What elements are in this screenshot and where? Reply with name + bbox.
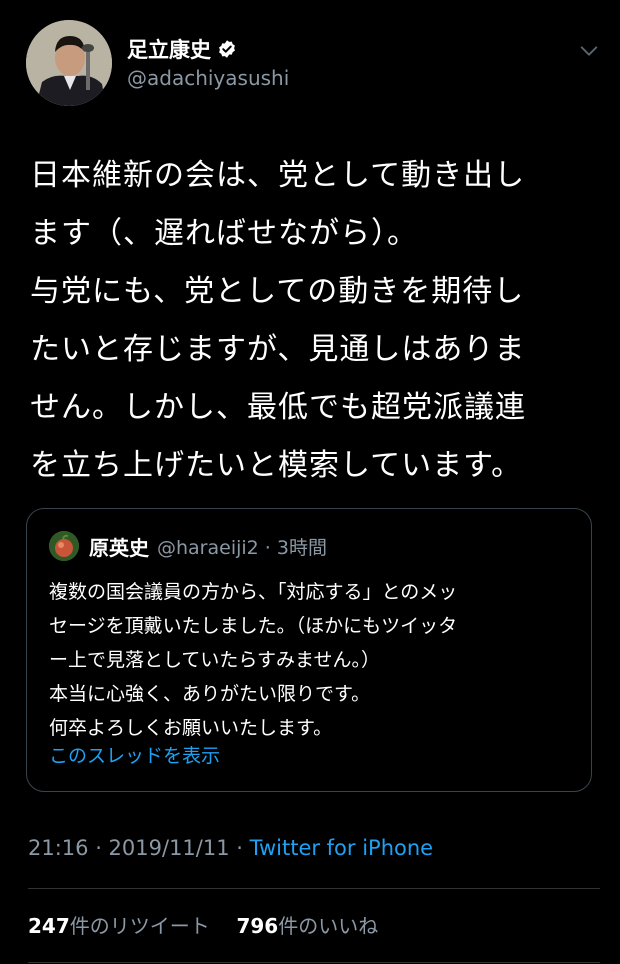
quoted-tweet-header: 原英史 @haraeiji2 · 3時間	[49, 531, 327, 561]
tweet-stats: 247件のリツイート 796件のいいね	[28, 910, 378, 939]
show-thread-link[interactable]: このスレッドを表示	[49, 741, 220, 768]
author-handle[interactable]: @adachiyasushi	[127, 66, 289, 90]
quoted-tweet-text: 複数の国会議員の方から、「対応する」とのメッ セージを頂戴いたしました。（ほかに…	[49, 581, 458, 739]
divider-bottom	[28, 962, 600, 963]
retweets-label: 件のリツイート	[69, 914, 210, 938]
author-name-row[interactable]: 足立康史	[127, 34, 237, 64]
divider	[28, 888, 600, 889]
chevron-down-icon[interactable]	[578, 40, 600, 62]
avatar-image	[26, 20, 112, 106]
tweet-datetime[interactable]: 21:16 · 2019/11/11 ·	[28, 836, 250, 860]
quoted-author-avatar	[49, 531, 79, 561]
retweets-stat[interactable]: 247件のリツイート	[28, 914, 210, 938]
author-name[interactable]: 足立康史	[127, 34, 211, 64]
author-avatar[interactable]	[26, 20, 112, 106]
tweet-text: 日本維新の会は、党として動き出し ます（、遅ればせながら）。 与党にも、党として…	[30, 158, 526, 483]
tweet-header: 足立康史 @adachiyasushi	[26, 20, 606, 110]
likes-count: 796	[236, 914, 279, 938]
likes-stat[interactable]: 796件のいいね	[236, 914, 378, 938]
quoted-author-handle-time: @haraeiji2 · 3時間	[157, 536, 327, 559]
quoted-tweet[interactable]: 原英史 @haraeiji2 · 3時間 複数の国会議員の方から、「対応する」と…	[26, 508, 592, 792]
quoted-avatar-image	[49, 531, 79, 561]
verified-icon	[219, 40, 235, 58]
retweets-count: 247	[28, 914, 70, 938]
tweet-source-link[interactable]: Twitter for iPhone	[250, 836, 434, 860]
tweet-meta: 21:16 · 2019/11/11 · Twitter for iPhone	[28, 836, 433, 860]
likes-label: 件のいいね	[278, 914, 379, 938]
quoted-author-name: 原英史	[89, 535, 149, 560]
